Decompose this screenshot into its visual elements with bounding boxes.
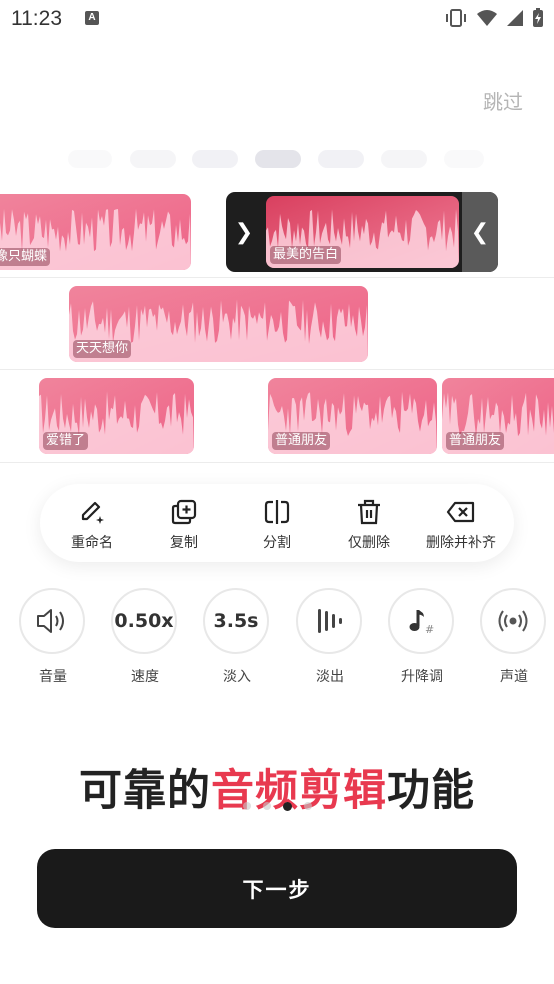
tab-placeholder — [318, 150, 364, 168]
clip-label: 普通朋友 — [446, 432, 505, 450]
signal-icon — [507, 10, 523, 26]
fade-out-label: 淡出 — [316, 669, 344, 685]
trash-icon — [358, 499, 380, 525]
speed-control[interactable]: 0.50x 速度 — [111, 588, 179, 686]
page-indicator — [0, 802, 554, 811]
audio-clip[interactable]: 像只蝴蝶 — [0, 194, 191, 270]
pitch-control[interactable]: # 升降调 — [388, 588, 456, 686]
next-button[interactable]: 下一步 — [37, 849, 517, 928]
copy-plus-icon — [171, 499, 197, 525]
tab-placeholder — [444, 150, 484, 168]
fade-in-value: 3.5s — [213, 610, 259, 632]
backspace-icon — [446, 501, 475, 523]
rename-button[interactable]: 重命名 — [44, 498, 140, 552]
vibrate-icon — [446, 9, 466, 27]
clip-label: 最美的告白 — [270, 246, 342, 264]
audio-clip[interactable]: 天天想你 — [69, 286, 368, 362]
delete-and-fill-button[interactable]: 删除并补齐 — [413, 498, 509, 552]
track-divider — [0, 369, 554, 370]
tab-placeholder — [192, 150, 238, 168]
fade-in-control[interactable]: 3.5s 淡入 — [203, 588, 271, 686]
clip-label: 像只蝴蝶 — [0, 248, 51, 266]
split-label: 分割 — [263, 535, 291, 551]
speed-value: 0.50x — [114, 610, 174, 632]
track-tab-strip — [0, 138, 554, 180]
split-button[interactable]: 分割 — [229, 498, 325, 552]
tab-placeholder — [68, 150, 112, 168]
channel-label: 声道 — [500, 669, 528, 685]
volume-label: 音量 — [39, 669, 67, 685]
fade-out-control[interactable]: 淡出 — [296, 588, 364, 686]
delete-only-button[interactable]: 仅删除 — [321, 498, 417, 552]
trim-handle-left[interactable]: ❯ — [226, 192, 262, 272]
edit-action-bar: 重命名 复制 分割 仅删除 删除并补齐 — [40, 484, 514, 562]
music-sharp-icon: # — [409, 610, 434, 636]
pencil-sparkle-icon — [81, 501, 104, 524]
broadcast-icon — [498, 610, 528, 632]
channel-control[interactable]: 声道 — [480, 588, 548, 686]
split-icon — [264, 500, 290, 524]
delete-only-label: 仅删除 — [348, 535, 390, 551]
audio-clip-selected[interactable]: 最美的告白 — [266, 196, 459, 268]
page-dot[interactable] — [242, 802, 251, 810]
status-bar: 11:23 A — [0, 0, 554, 38]
clip-label: 天天想你 — [73, 340, 132, 358]
fade-in-label: 淡入 — [223, 669, 251, 685]
track-divider — [0, 277, 554, 278]
clip-label: 爱错了 — [43, 432, 89, 450]
status-icons — [444, 8, 544, 28]
speaker-icon — [37, 609, 64, 633]
rename-label: 重命名 — [71, 535, 113, 551]
audio-clip[interactable]: 爱错了 — [39, 378, 194, 454]
wifi-icon — [477, 10, 497, 26]
page-dot-active[interactable] — [282, 802, 292, 811]
audio-clip[interactable]: 普通朋友 — [442, 378, 554, 454]
pitch-label: 升降调 — [401, 669, 443, 685]
volume-control[interactable]: 音量 — [19, 588, 87, 686]
svg-text:#: # — [425, 623, 434, 636]
track-divider — [0, 462, 554, 463]
clip-label: 普通朋友 — [272, 432, 331, 450]
fade-out-bars-icon — [318, 609, 342, 633]
status-time: 11:23 — [11, 7, 62, 30]
copy-button[interactable]: 复制 — [136, 498, 232, 552]
tab-placeholder — [381, 150, 427, 168]
trim-handle-right[interactable]: ❮ — [462, 192, 498, 272]
page-dot[interactable] — [303, 802, 312, 810]
tab-placeholder — [130, 150, 176, 168]
notification-icon: A — [85, 11, 99, 25]
tab-placeholder — [255, 150, 301, 168]
copy-label: 复制 — [170, 535, 198, 551]
speed-label: 速度 — [131, 669, 159, 685]
battery-icon — [533, 8, 543, 27]
delete-and-fill-label: 删除并补齐 — [426, 535, 496, 551]
page-dot[interactable] — [262, 802, 271, 810]
audio-clip[interactable]: 普通朋友 — [268, 378, 437, 454]
skip-button[interactable]: 跳过 — [483, 86, 523, 115]
